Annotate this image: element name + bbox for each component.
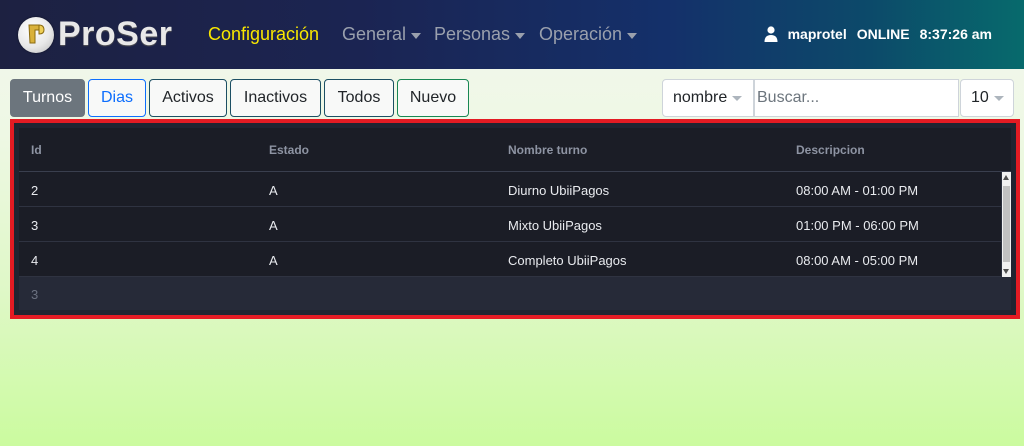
- user-icon: [764, 26, 778, 42]
- cell-id: 4: [31, 253, 39, 268]
- table-footer: 3: [19, 277, 1011, 310]
- column-header-id[interactable]: Id: [31, 143, 42, 157]
- nav-operacion[interactable]: Operación: [539, 24, 638, 45]
- table-body: 2 A Diurno UbiiPagos 08:00 AM - 01:00 PM…: [19, 172, 1011, 277]
- cell-descripcion: 01:00 PM - 06:00 PM: [796, 218, 919, 233]
- cell-nombre-turno: Diurno UbiiPagos: [508, 183, 610, 198]
- filter-todos-button[interactable]: Todos: [324, 79, 394, 117]
- table-row[interactable]: 4 A Completo UbiiPagos 08:00 AM - 05:00 …: [19, 242, 1001, 277]
- tab-turnos-button[interactable]: Turnos: [10, 79, 85, 117]
- shifts-table: Id Estado Nombre turno Descripcion 2 A D…: [19, 128, 1011, 310]
- table-header: Id Estado Nombre turno Descripcion: [19, 128, 1011, 172]
- cell-estado: A: [269, 253, 278, 268]
- username[interactable]: maprotel: [788, 26, 847, 42]
- filter-field-select[interactable]: nombre: [662, 79, 754, 117]
- scroll-up-icon[interactable]: [1003, 175, 1009, 180]
- chevron-down-icon: [515, 32, 526, 39]
- brand-name: ProSer: [58, 15, 173, 53]
- column-header-descripcion[interactable]: Descripcion: [796, 143, 865, 157]
- cell-estado: A: [269, 218, 278, 233]
- rows-per-page-select[interactable]: 10: [960, 79, 1014, 117]
- chevron-down-icon: [627, 32, 638, 39]
- cell-id: 2: [31, 183, 39, 198]
- rows-per-page-value: 10: [971, 89, 989, 106]
- search-input[interactable]: [754, 79, 959, 117]
- new-button[interactable]: Nuevo: [397, 79, 469, 117]
- filter-field-value: nombre: [673, 89, 728, 106]
- clock-time: 8:37:26 am: [919, 26, 992, 42]
- nav-configuracion[interactable]: Configuración: [208, 24, 319, 45]
- scrollbar-thumb[interactable]: [1003, 186, 1010, 262]
- top-navbar: ProSer Configuración General Personas Op…: [0, 0, 1024, 69]
- brand-logo[interactable]: ProSer: [18, 15, 173, 54]
- column-header-nombre-turno[interactable]: Nombre turno: [508, 143, 587, 157]
- user-area: maprotel ONLINE 8:37:26 am: [764, 26, 992, 42]
- table-scrollbar[interactable]: [1002, 172, 1011, 277]
- chevron-down-icon: [411, 32, 422, 39]
- cell-id: 3: [31, 218, 39, 233]
- nav-personas-label: Personas: [434, 24, 511, 44]
- shifts-table-highlight: Id Estado Nombre turno Descripcion 2 A D…: [10, 119, 1020, 319]
- nav-personas[interactable]: Personas: [434, 24, 526, 45]
- nav-configuracion-label: Configuración: [208, 24, 320, 44]
- record-count: 3: [31, 287, 39, 302]
- cell-descripcion: 08:00 AM - 01:00 PM: [796, 183, 919, 198]
- chevron-down-icon: [732, 95, 743, 101]
- cell-descripcion: 08:00 AM - 05:00 PM: [796, 253, 919, 268]
- nav-general[interactable]: General: [342, 24, 422, 45]
- nav-operacion-label: Operación: [539, 24, 623, 44]
- tab-dias-button[interactable]: Dias: [88, 79, 146, 117]
- cell-nombre-turno: Mixto UbiiPagos: [508, 218, 602, 233]
- chevron-down-icon: [993, 95, 1004, 101]
- table-row[interactable]: 2 A Diurno UbiiPagos 08:00 AM - 01:00 PM: [19, 172, 1001, 207]
- scroll-down-icon[interactable]: [1003, 269, 1009, 274]
- cell-estado: A: [269, 183, 278, 198]
- table-row[interactable]: 3 A Mixto UbiiPagos 01:00 PM - 06:00 PM: [19, 207, 1001, 242]
- user-status: ONLINE: [856, 26, 910, 42]
- column-header-estado[interactable]: Estado: [269, 143, 309, 157]
- cell-nombre-turno: Completo UbiiPagos: [508, 253, 627, 268]
- filter-inactivos-button[interactable]: Inactivos: [230, 79, 321, 117]
- nav-general-label: General: [342, 24, 407, 44]
- filter-activos-button[interactable]: Activos: [149, 79, 227, 117]
- proser-logo-icon: [18, 16, 54, 53]
